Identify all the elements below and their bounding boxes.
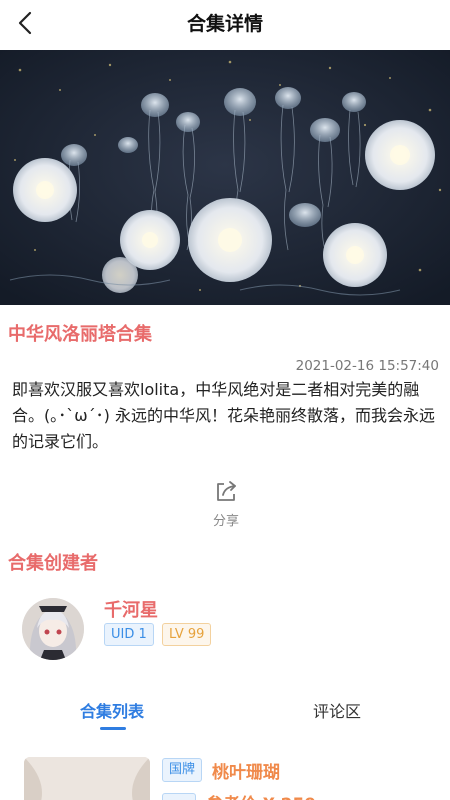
active-tab-indicator [100,727,126,730]
share-icon [217,481,236,501]
share-label: 分享 [212,514,239,529]
uid-badge: UID 1 [104,623,154,646]
list-item-tag-secondary [162,793,196,800]
list-item-name[interactable]: 桃叶珊瑚 [212,758,280,783]
page-title: 合集详情 [186,13,263,35]
collection-cover-image [0,50,450,305]
collection-timestamp: 2021-02-16 15:57:40 [295,358,439,374]
tab-collection-list[interactable]: 合集列表 [80,698,144,722]
list-item-price: 参考价 ¥ 259 [206,790,316,800]
tab-comments[interactable]: 评论区 [313,698,361,722]
list-item-tag: 国牌 [162,758,203,782]
collection-description: 即喜欢汉服又喜欢lolita，中华风绝对是二者相对完美的融合。(｡･`ω´･) … [12,380,435,451]
top-navbar: 合集详情 [0,0,450,46]
share-button[interactable]: 分享 [200,479,252,529]
avatar[interactable] [22,598,84,660]
list-item-thumbnail[interactable] [24,757,150,800]
creator-section-title: 合集创建者 [8,553,98,574]
creator-name[interactable]: 千河星 [104,596,158,622]
collection-title: 中华风洛丽塔合集 [8,324,152,345]
level-badge: LV 99 [162,623,212,646]
